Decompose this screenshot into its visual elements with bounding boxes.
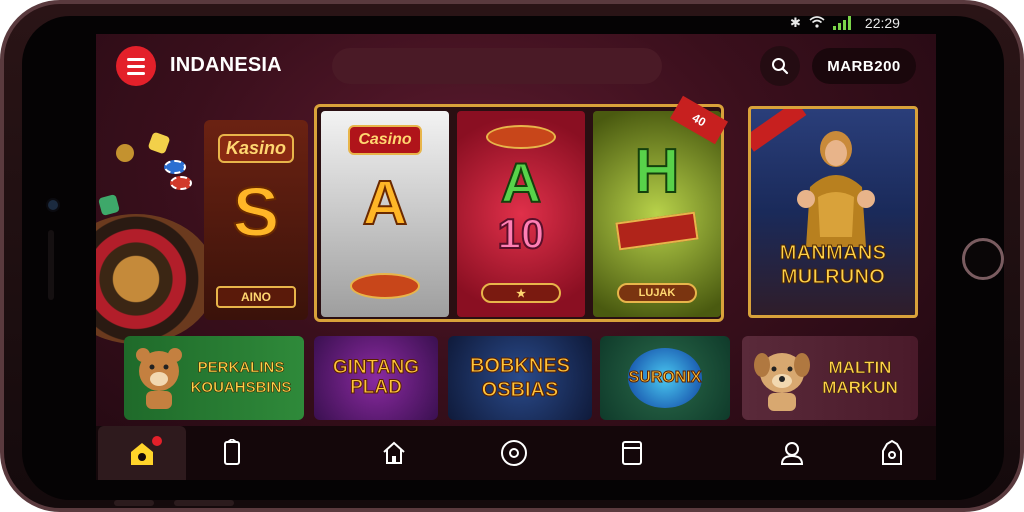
roulette-wheel-icon <box>96 214 216 344</box>
game-tile[interactable]: PERKALINS KOUAHSBINS <box>124 336 304 420</box>
reel-2: A 10 ★ <box>457 111 585 317</box>
card-letter: S <box>232 173 281 251</box>
slot-reels[interactable]: Casino A A 10 ★ 40 H LUJAK <box>314 95 729 322</box>
game-badge: SURONIX <box>628 348 702 408</box>
game-tile[interactable]: GINTANG PLAD <box>314 336 438 420</box>
camera-icon <box>48 200 58 210</box>
reel-letter: H <box>634 137 681 206</box>
nav-cards[interactable] <box>612 426 652 480</box>
hero-title: MANMANS MULRUNO <box>779 242 887 289</box>
phone-icon <box>224 439 240 465</box>
game-tile[interactable]: BOBKNES OSBIAS <box>448 336 592 420</box>
app-screen: INDANESIA MARB200 Kasino S AINO Casino A… <box>96 34 936 480</box>
bag-icon <box>882 439 902 465</box>
game-title: MALTIN MARKUN <box>822 358 898 398</box>
balance-badge[interactable]: MARB200 <box>812 48 916 84</box>
chip-icon <box>164 160 186 174</box>
nav-phone[interactable] <box>212 426 252 480</box>
play-button[interactable]: LUJAK <box>617 283 697 303</box>
reel-brand: Casino <box>348 125 422 155</box>
game-tile[interactable]: MALTIN MARKUN <box>742 336 918 420</box>
dice-icon <box>147 131 171 155</box>
banner-icon <box>615 211 699 251</box>
chip-icon <box>170 176 192 190</box>
reel-pill: ★ <box>481 283 561 303</box>
nav-house[interactable] <box>374 426 414 480</box>
status-time: 22:29 <box>864 15 900 31</box>
coin-icon <box>486 125 556 149</box>
reel-letter: A <box>500 151 542 214</box>
app-title: INDANESIA <box>170 54 282 76</box>
game-title: GINTANG PLAD <box>332 357 420 398</box>
cards-icon <box>622 441 642 465</box>
game-title: PERKALINS KOUAHSBINS <box>190 359 292 397</box>
coin-icon <box>350 273 420 299</box>
game-title: SURONIX <box>628 369 702 387</box>
notification-badge <box>152 436 162 446</box>
dog-icon <box>754 353 810 411</box>
bottom-nav <box>96 426 936 480</box>
dice-icon <box>97 193 121 217</box>
bear-icon <box>136 348 182 409</box>
game-card-kasino[interactable]: Kasino S AINO <box>204 120 308 320</box>
status-bar: ✱ 22:29 <box>790 12 940 34</box>
play-button[interactable]: AINO <box>216 286 296 308</box>
reel-3: 40 H LUJAK <box>593 95 729 317</box>
game-title: BOBKNES OSBIAS <box>469 355 570 402</box>
top-bar: INDANESIA MARB200 <box>96 34 936 102</box>
record-icon <box>501 440 527 466</box>
game-card-hero[interactable]: MANMANS MULRUNO <box>748 106 918 318</box>
card-brand: Kasino <box>217 134 294 163</box>
side-button <box>174 500 234 506</box>
dice-icon <box>116 144 134 162</box>
house-icon <box>383 441 405 464</box>
signal-icon <box>832 16 851 30</box>
reel-letter: A <box>362 169 409 238</box>
search-input[interactable] <box>332 48 662 84</box>
nav-user[interactable] <box>772 426 812 480</box>
search-icon <box>772 58 789 75</box>
casino-decoration <box>96 104 216 344</box>
reel-1: Casino A <box>321 111 449 317</box>
menu-button[interactable] <box>116 46 156 86</box>
speaker-grille <box>48 230 54 300</box>
home-hardware-button[interactable] <box>962 238 1004 280</box>
nav-bag[interactable] <box>872 426 912 480</box>
wifi-icon <box>809 15 825 31</box>
side-button <box>114 500 154 506</box>
reel-subletter: 10 <box>497 210 546 257</box>
search-button[interactable] <box>760 46 800 86</box>
game-tile[interactable]: SURONIX <box>600 336 730 420</box>
bluetooth-icon: ✱ <box>790 15 801 30</box>
nav-home[interactable] <box>98 426 186 480</box>
nav-record[interactable] <box>494 426 534 480</box>
user-icon <box>780 442 804 465</box>
